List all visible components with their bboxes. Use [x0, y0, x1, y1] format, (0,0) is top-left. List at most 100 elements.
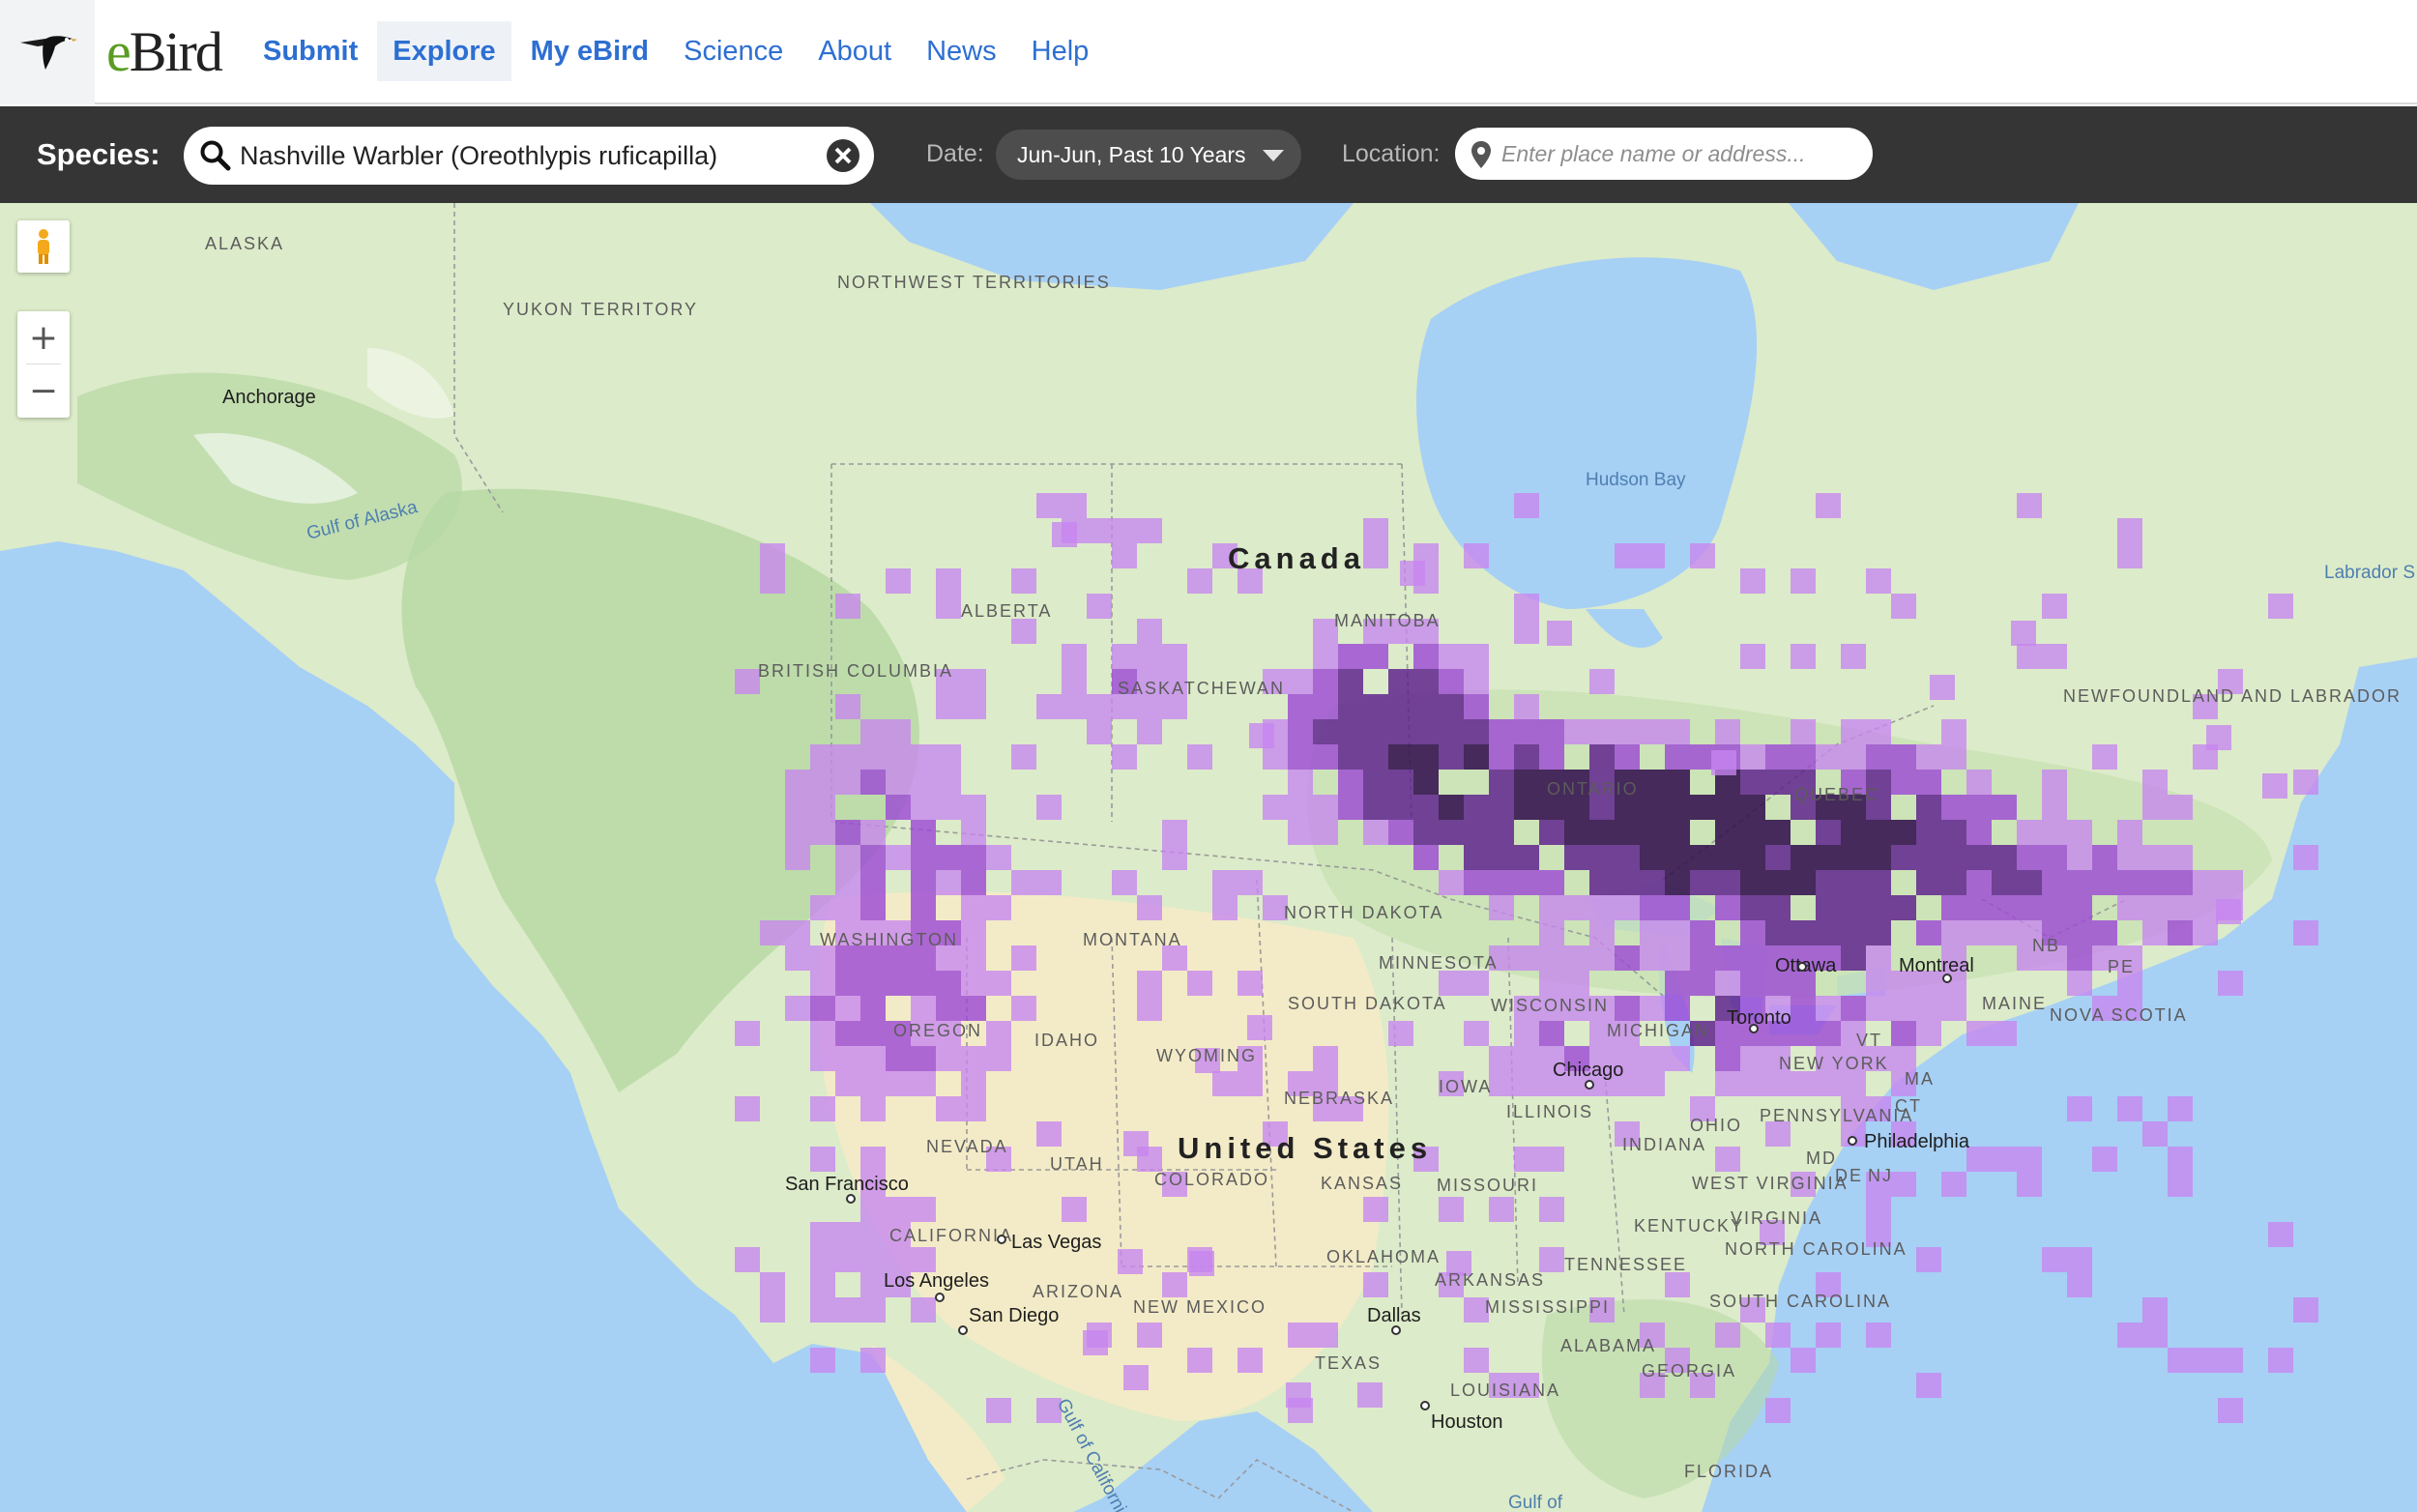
- range-grid-cell[interactable]: [1388, 669, 1413, 694]
- ebird-logo-icon[interactable]: [0, 0, 95, 104]
- range-grid-cell[interactable]: [2142, 920, 2168, 945]
- range-grid-cell[interactable]: [1791, 845, 1816, 870]
- range-grid-cell[interactable]: [1791, 1021, 1816, 1046]
- range-grid-cell[interactable]: [886, 1247, 911, 1272]
- range-grid-cell[interactable]: [886, 770, 911, 795]
- range-grid-cell[interactable]: [986, 895, 1011, 920]
- range-grid-cell[interactable]: [936, 870, 961, 895]
- range-grid-cell[interactable]: [2042, 795, 2067, 820]
- range-grid-cell[interactable]: [1388, 694, 1413, 719]
- range-grid-cell[interactable]: [1866, 895, 1891, 920]
- range-grid-cell[interactable]: [911, 971, 936, 996]
- zoom-out-button[interactable]: −: [17, 364, 70, 418]
- range-grid-cell[interactable]: [1338, 669, 1363, 694]
- range-grid-cell[interactable]: [835, 1297, 860, 1323]
- range-grid-cell[interactable]: [835, 895, 860, 920]
- range-grid-cell[interactable]: [1564, 845, 1589, 870]
- location-search-box[interactable]: [1455, 128, 1873, 180]
- range-grid-cell[interactable]: [1866, 920, 1891, 945]
- range-grid-cell[interactable]: [1791, 744, 1816, 770]
- range-grid-cell[interactable]: [1338, 770, 1363, 795]
- range-grid-cell[interactable]: [1514, 1071, 1539, 1096]
- range-grid-cell[interactable]: [1286, 1382, 1311, 1408]
- range-grid-cell[interactable]: [1464, 1021, 1489, 1046]
- range-grid-cell[interactable]: [961, 694, 986, 719]
- range-grid-cell[interactable]: [1916, 1021, 1941, 1046]
- range-grid-cell[interactable]: [1363, 744, 1388, 770]
- range-grid-cell[interactable]: [1123, 1131, 1149, 1156]
- range-grid-cell[interactable]: [1162, 820, 1187, 845]
- range-grid-cell[interactable]: [961, 1046, 986, 1071]
- range-grid-cell[interactable]: [1866, 820, 1891, 845]
- range-grid-cell[interactable]: [1765, 1398, 1791, 1423]
- range-grid-cell[interactable]: [2042, 870, 2067, 895]
- range-grid-cell[interactable]: [1665, 845, 1690, 870]
- range-grid-cell[interactable]: [1464, 820, 1489, 845]
- range-grid-cell[interactable]: [2042, 895, 2067, 920]
- range-grid-cell[interactable]: [1665, 945, 1690, 971]
- range-grid-cell[interactable]: [961, 1096, 986, 1121]
- range-grid-cell[interactable]: [1589, 669, 1615, 694]
- range-grid-cell[interactable]: [1011, 945, 1036, 971]
- range-grid-cell[interactable]: [2067, 945, 2092, 971]
- range-grid-cell[interactable]: [860, 1147, 886, 1172]
- range-grid-cell[interactable]: [1187, 1348, 1212, 1373]
- range-grid-cell[interactable]: [1866, 996, 1891, 1021]
- range-grid-cell[interactable]: [986, 1398, 1011, 1423]
- range-grid-cell[interactable]: [2168, 795, 2193, 820]
- range-grid-cell[interactable]: [1841, 996, 1866, 1021]
- range-grid-cell[interactable]: [2142, 770, 2168, 795]
- range-grid-cell[interactable]: [1489, 1046, 1514, 1071]
- range-grid-cell[interactable]: [1816, 920, 1841, 945]
- range-grid-cell[interactable]: [1162, 644, 1187, 669]
- range-grid-cell[interactable]: [810, 1272, 835, 1297]
- range-grid-cell[interactable]: [1413, 845, 1439, 870]
- range-grid-cell[interactable]: [1941, 795, 1966, 820]
- range-grid-cell[interactable]: [2193, 870, 2218, 895]
- range-grid-cell[interactable]: [1690, 543, 1715, 568]
- range-grid-cell[interactable]: [1539, 920, 1564, 945]
- range-grid-cell[interactable]: [1589, 920, 1615, 945]
- range-grid-cell[interactable]: [1212, 1071, 1238, 1096]
- range-grid-cell[interactable]: [1665, 719, 1690, 744]
- range-grid-cell[interactable]: [1715, 1147, 1740, 1172]
- range-grid-cell[interactable]: [2017, 1147, 2042, 1172]
- range-grid-cell[interactable]: [1765, 895, 1791, 920]
- range-grid-cell[interactable]: [1313, 820, 1338, 845]
- range-grid-cell[interactable]: [2193, 920, 2218, 945]
- range-grid-cell[interactable]: [1187, 568, 1212, 594]
- range-grid-cell[interactable]: [1388, 795, 1413, 820]
- range-grid-cell[interactable]: [1539, 895, 1564, 920]
- range-grid-cell[interactable]: [785, 845, 810, 870]
- range-grid-cell[interactable]: [1966, 870, 1992, 895]
- range-grid-cell[interactable]: [1413, 770, 1439, 795]
- range-grid-cell[interactable]: [2168, 1172, 2193, 1197]
- range-grid-cell[interactable]: [2067, 820, 2092, 845]
- range-grid-cell[interactable]: [1615, 895, 1640, 920]
- range-grid-cell[interactable]: [1539, 744, 1564, 770]
- range-grid-cell[interactable]: [1665, 996, 1690, 1021]
- range-grid-cell[interactable]: [1288, 669, 1313, 694]
- range-grid-cell[interactable]: [1791, 870, 1816, 895]
- range-grid-cell[interactable]: [1539, 1247, 1564, 1272]
- range-grid-cell[interactable]: [2092, 744, 2117, 770]
- range-grid-cell[interactable]: [1083, 1330, 1108, 1355]
- range-grid-cell[interactable]: [1715, 1323, 1740, 1348]
- range-grid-cell[interactable]: [1363, 644, 1388, 669]
- range-grid-cell[interactable]: [1514, 795, 1539, 820]
- range-grid-cell[interactable]: [1514, 945, 1539, 971]
- range-grid-cell[interactable]: [1589, 744, 1615, 770]
- range-grid-cell[interactable]: [1615, 543, 1640, 568]
- range-grid-cell[interactable]: [1690, 920, 1715, 945]
- range-grid-cell[interactable]: [1464, 744, 1489, 770]
- range-grid-cell[interactable]: [810, 1147, 835, 1172]
- range-grid-cell[interactable]: [760, 1272, 785, 1297]
- range-grid-cell[interactable]: [936, 694, 961, 719]
- range-grid-cell[interactable]: [1162, 845, 1187, 870]
- range-grid-cell[interactable]: [860, 845, 886, 870]
- range-grid-cell[interactable]: [911, 870, 936, 895]
- range-grid-cell[interactable]: [1941, 845, 1966, 870]
- range-grid-cell[interactable]: [1866, 719, 1891, 744]
- range-grid-cell[interactable]: [2268, 1222, 2293, 1247]
- range-grid-cell[interactable]: [2067, 1096, 2092, 1121]
